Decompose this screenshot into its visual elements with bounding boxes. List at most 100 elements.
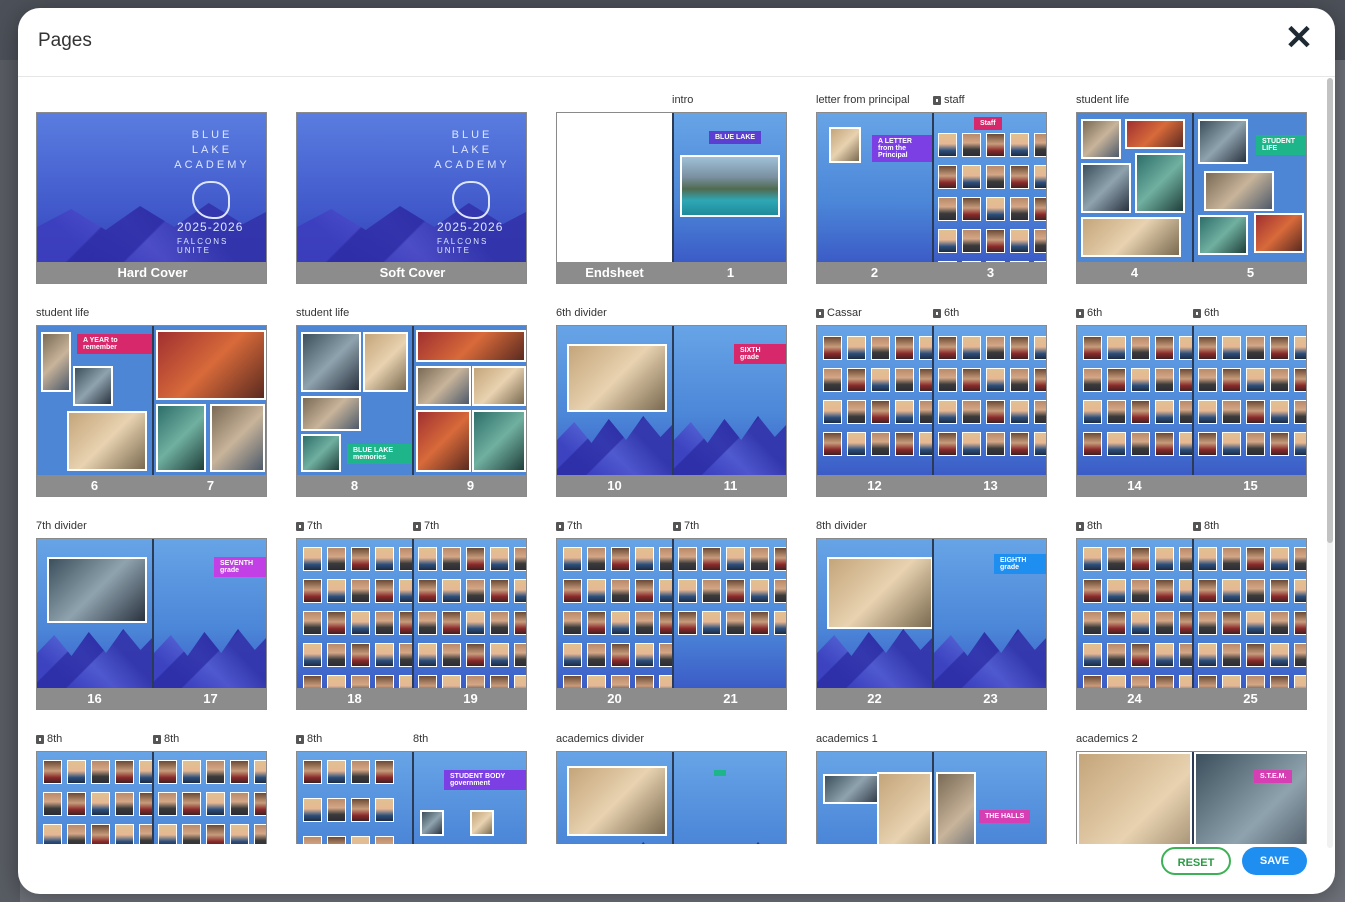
page-spread[interactable]: 8th 8th 24 25 [1076, 518, 1307, 710]
section-label-text: 8th [307, 733, 323, 745]
spread-thumbnail[interactable]: STUDENT LIFE 4 5 [1076, 112, 1307, 284]
page-spread[interactable]: BLUE LAKE ACADEMY 2025-2026 FALCONS UNITE Sof… [296, 92, 527, 284]
spread-thumbnail[interactable]: EIGHTH grade 22 23 [816, 538, 1047, 710]
student-portrait [611, 675, 630, 689]
page-spread[interactable]: 6th 6th 14 15 [1076, 305, 1307, 497]
page-number-bar: Hard Cover [37, 262, 266, 283]
page-spread[interactable]: student life BLUE LAKE memories 8 9 [296, 305, 527, 497]
section-label-text: 6th [1204, 307, 1220, 319]
student-portrait [1107, 579, 1126, 603]
section-label: 8th [36, 733, 62, 745]
spread-thumbnail[interactable]: BLUE LAKE ACADEMY 2025-2026 FALCONS UNITE Sof… [296, 112, 527, 284]
left-page [37, 539, 152, 689]
student-portrait [1010, 197, 1029, 221]
scrollbar-thumb[interactable] [1327, 78, 1333, 543]
photo [1198, 119, 1248, 164]
student-portrait [1222, 432, 1241, 456]
page-spread[interactable]: 6th divider SIXTH grade 10 11 [556, 305, 787, 497]
save-button[interactable]: SAVE [1242, 847, 1307, 875]
student-portrait [750, 611, 769, 635]
spread-thumbnail[interactable]: BLUE LAKE Endsheet 1 [556, 112, 787, 284]
student-portrait [563, 675, 582, 689]
lock-icon [36, 734, 44, 744]
spread-thumbnail[interactable]: STUDENT BODY government [296, 751, 527, 844]
student-portrait [1083, 547, 1102, 571]
photo [73, 366, 113, 406]
page-number-bar: 45 [1077, 262, 1306, 283]
page-spread[interactable]: letter from principal staff A LETTER from … [816, 92, 1047, 284]
page-spread[interactable]: student life A YEAR to remember 6 7 [36, 305, 267, 497]
student-portrait [303, 760, 322, 784]
spread-thumbnail[interactable]: A LETTER from the Principal Staff 2 3 [816, 112, 1047, 284]
student-portrait [919, 336, 932, 360]
page-spread[interactable]: 7th 7th 20 21 [556, 518, 787, 710]
spread-thumbnail[interactable]: THE HALLS [816, 751, 1047, 844]
spread-thumbnail[interactable] [36, 751, 267, 844]
scrollbar[interactable] [1327, 78, 1333, 848]
portrait-grid [938, 336, 1046, 456]
page-number-bar: 22 23 [817, 688, 1046, 709]
spread-thumbnail[interactable] [556, 751, 787, 844]
right-page [154, 752, 266, 844]
page-spread[interactable]: academics 1 THE HALLS [816, 731, 1047, 844]
spread-thumbnail[interactable]: 18 19 [296, 538, 527, 710]
student-portrait [466, 611, 485, 635]
student-portrait [375, 547, 394, 571]
spread-thumbnail[interactable]: 12 13 [816, 325, 1047, 497]
page-spread[interactable]: academics 2 S.T.E.M. [1076, 731, 1307, 844]
right-page: SIXTH grade [674, 326, 786, 476]
spread-thumbnail[interactable]: 24 25 [1076, 538, 1307, 710]
student-portrait [823, 400, 842, 424]
page-spread[interactable]: 8th 8th STUDENT BODY government [296, 731, 527, 844]
student-portrait [418, 643, 437, 667]
student-portrait [303, 547, 322, 571]
photo [936, 772, 976, 844]
right-page [934, 326, 1046, 476]
student-portrait [962, 368, 981, 392]
page-spread[interactable]: student life STUDENT LIFE 4 5 [1076, 92, 1307, 284]
spread-thumbnail[interactable]: BLUE LAKE memories 8 9 [296, 325, 527, 497]
page-number: 17 [203, 691, 218, 706]
pages-grid[interactable]: BLUE LAKE ACADEMY 2025-2026 FALCONS UNITE Har… [18, 77, 1335, 844]
section-label: letter from principal [816, 94, 910, 106]
page-spread[interactable]: academics divider [556, 731, 787, 844]
student-portrait [895, 336, 914, 360]
student-portrait [847, 336, 866, 360]
student-portrait [67, 824, 86, 844]
student-portrait [635, 675, 654, 689]
spread-thumbnail[interactable]: 20 21 [556, 538, 787, 710]
student-portrait [1198, 675, 1217, 689]
reset-button[interactable]: RESET [1161, 847, 1231, 875]
page-fold [932, 752, 934, 844]
student-portrait [962, 197, 981, 221]
student-portrait [399, 547, 412, 571]
spread-thumbnail[interactable]: SIXTH grade 10 11 [556, 325, 787, 497]
page-spread[interactable]: 7th divider SEVENTH grade 16 17 [36, 518, 267, 710]
photo [156, 330, 266, 400]
student-portrait [442, 675, 461, 689]
page-spread[interactable]: 8th 8th [36, 731, 267, 844]
portrait-grid [43, 760, 152, 844]
spread-thumbnail[interactable]: S.T.E.M. [1076, 751, 1307, 844]
page-spread[interactable]: 8th divider EIGHTH grade 22 23 [816, 518, 1047, 710]
spread-thumbnail[interactable]: 14 15 [1076, 325, 1307, 497]
page-number-bar: 12 13 [817, 475, 1046, 496]
spread-thumbnail[interactable]: A YEAR to remember 6 7 [36, 325, 267, 497]
section-label-text: 8th [413, 733, 429, 745]
student-portrait [375, 675, 394, 689]
portrait-grid [418, 547, 526, 689]
spread-thumbnail[interactable]: BLUE LAKE ACADEMY 2025-2026 FALCONS UNITE Har… [36, 112, 267, 284]
photo [827, 557, 932, 629]
spread-thumbnail[interactable]: SEVENTH grade 16 17 [36, 538, 267, 710]
page-number-bar: 14 15 [1077, 475, 1306, 496]
photo [1081, 217, 1181, 257]
page-spread[interactable]: BLUE LAKE ACADEMY 2025-2026 FALCONS UNITE Har… [36, 92, 267, 284]
decor-polygons [934, 629, 1046, 689]
student-portrait [823, 336, 842, 360]
page-spread[interactable]: 7th 7th 18 19 [296, 518, 527, 710]
page-spread[interactable]: intro BLUE LAKE Endsheet 1 [556, 92, 787, 284]
student-portrait [1131, 432, 1150, 456]
student-portrait [418, 579, 437, 603]
page-spread[interactable]: Cassar 6th 12 13 [816, 305, 1047, 497]
close-icon[interactable]: ✕ [1281, 18, 1317, 58]
